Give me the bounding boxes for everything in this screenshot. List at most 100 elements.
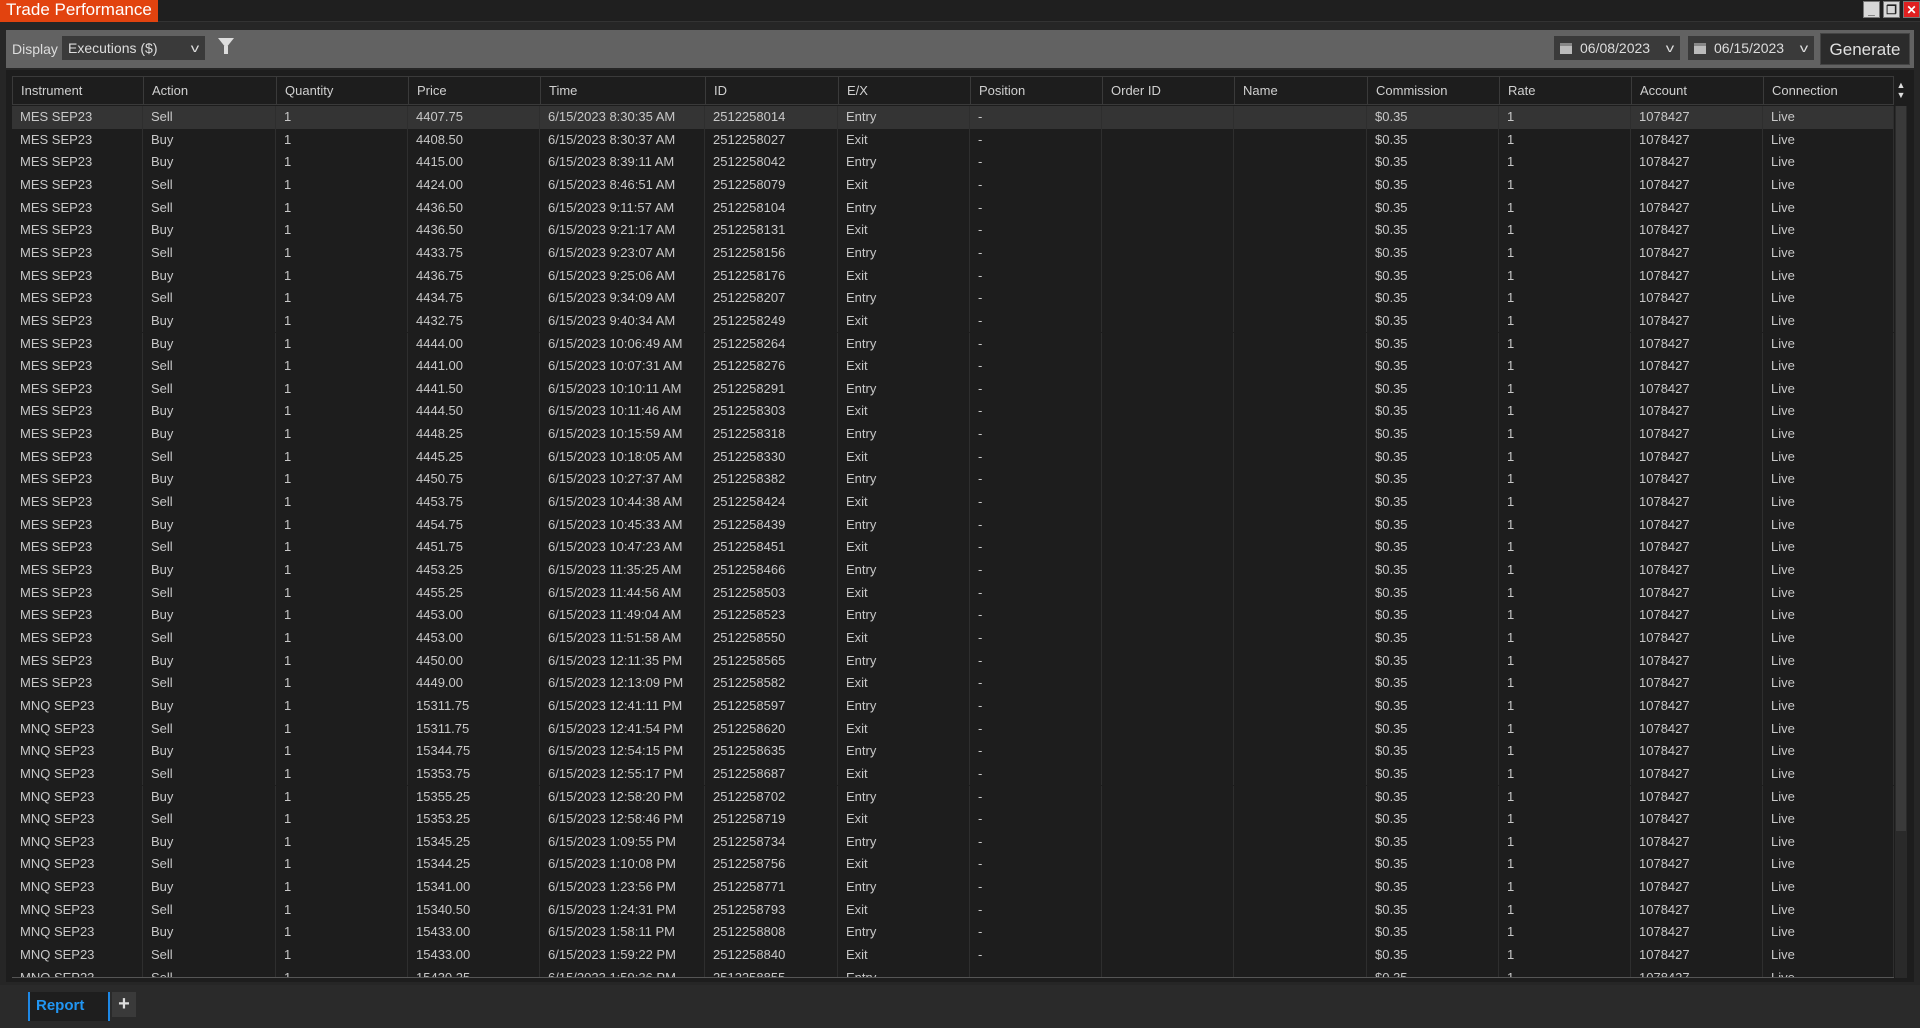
cell-name xyxy=(1234,672,1367,695)
cell-position: - xyxy=(970,649,1102,673)
cell-time: 6/15/2023 10:27:37 AM xyxy=(540,468,705,492)
cell-action: Buy xyxy=(143,151,276,174)
add-tab-button[interactable]: + xyxy=(112,992,136,1017)
table-row[interactable]: MES SEP23 Buy 1 4415.00 6/15/2023 8:39:11 AM… xyxy=(12,151,1894,174)
cell-connection: Live xyxy=(1763,241,1894,265)
table-row[interactable]: MNQ SEP23 Buy 1 15311.75 6/15/2023 12:41:11 … xyxy=(12,694,1894,718)
table-row[interactable]: MES SEP23 Buy 1 4453.25 6/15/2023 11:35:25 A… xyxy=(12,559,1894,582)
cell-order-id xyxy=(1102,672,1234,695)
cell-time: 6/15/2023 9:11:57 AM xyxy=(540,196,705,220)
cell-name xyxy=(1234,740,1367,763)
column-header-time[interactable]: Time xyxy=(541,77,706,104)
minimize-icon[interactable]: _ xyxy=(1863,1,1880,18)
table-row[interactable]: MES SEP23 Sell 1 4449.00 6/15/2023 12:13:09 … xyxy=(12,672,1894,695)
column-header-rate[interactable]: Rate xyxy=(1500,77,1632,104)
table-row[interactable]: MES SEP23 Sell 1 4455.25 6/15/2023 11:44:56 … xyxy=(12,581,1894,605)
table-row[interactable]: MES SEP23 Sell 1 4436.50 6/15/2023 9:11:57 A… xyxy=(12,196,1894,220)
table-row[interactable]: MNQ SEP23 Sell 1 15311.75 6/15/2023 12:41:54… xyxy=(12,717,1894,741)
table-row[interactable]: MNQ SEP23 Buy 1 15345.25 6/15/2023 1:09:55 P… xyxy=(12,830,1894,854)
table-row[interactable]: MES SEP23 Sell 1 4407.75 6/15/2023 8:30:35 A… xyxy=(12,106,1894,129)
cell-order-id xyxy=(1102,106,1234,129)
cell-price: 4415.00 xyxy=(408,151,540,174)
table-row[interactable]: MES SEP23 Buy 1 4444.00 6/15/2023 10:06:49 A… xyxy=(12,332,1894,356)
column-header-price[interactable]: Price xyxy=(409,77,541,104)
table-row[interactable]: MES SEP23 Buy 1 4436.50 6/15/2023 9:21:17 AM… xyxy=(12,219,1894,242)
column-header-name[interactable]: Name xyxy=(1235,77,1368,104)
cell-position: - xyxy=(970,173,1102,197)
table-row[interactable]: MES SEP23 Buy 1 4450.00 6/15/2023 12:11:35 P… xyxy=(12,649,1894,673)
table-row[interactable]: MNQ SEP23 Sell 1 15430.25 6/15/2023 1:59:36 … xyxy=(12,966,1894,977)
column-header-ex[interactable]: E/X xyxy=(839,77,971,104)
column-header-account[interactable]: Account xyxy=(1632,77,1764,104)
column-header-commission[interactable]: Commission xyxy=(1368,77,1500,104)
table-row[interactable]: MES SEP23 Sell 1 4434.75 6/15/2023 9:34:09 A… xyxy=(12,287,1894,310)
table-row[interactable]: MNQ SEP23 Buy 1 15355.25 6/15/2023 12:58:20 … xyxy=(12,785,1894,809)
cell-quantity: 1 xyxy=(276,559,408,582)
table-row[interactable]: MNQ SEP23 Buy 1 15344.75 6/15/2023 12:54:15 … xyxy=(12,740,1894,763)
cell-rate: 1 xyxy=(1499,944,1631,967)
cell-position: - xyxy=(970,717,1102,741)
cell-action: Buy xyxy=(143,830,276,854)
from-date-picker[interactable]: 06/08/2023 v xyxy=(1554,36,1680,60)
cell-name xyxy=(1234,332,1367,356)
table-row[interactable]: MNQ SEP23 Buy 1 15341.00 6/15/2023 1:23:56 P… xyxy=(12,876,1894,899)
cell-time: 6/15/2023 1:23:56 PM xyxy=(540,876,705,899)
table-row[interactable]: MES SEP23 Sell 1 4451.75 6/15/2023 10:47:23 … xyxy=(12,536,1894,559)
table-row[interactable]: MES SEP23 Buy 1 4432.75 6/15/2023 9:40:34 AM… xyxy=(12,309,1894,333)
cell-price: 15340.50 xyxy=(408,898,540,922)
scroll-arrows-icon[interactable]: ▲ ▼ xyxy=(1895,80,1907,100)
column-header-quantity[interactable]: Quantity xyxy=(277,77,409,104)
cell-name xyxy=(1234,536,1367,559)
table-row[interactable]: MES SEP23 Sell 1 4445.25 6/15/2023 10:18:05 … xyxy=(12,445,1894,469)
table-row[interactable]: MES SEP23 Buy 1 4453.00 6/15/2023 11:49:04 A… xyxy=(12,604,1894,627)
vertical-scrollbar[interactable] xyxy=(1895,106,1907,978)
table-row[interactable]: MES SEP23 Buy 1 4450.75 6/15/2023 10:27:37 A… xyxy=(12,468,1894,492)
cell-order-id xyxy=(1102,536,1234,559)
cell-position: - xyxy=(970,808,1102,831)
restore-icon[interactable]: ❐ xyxy=(1883,1,1900,18)
table-row[interactable]: MES SEP23 Buy 1 4436.75 6/15/2023 9:25:06 AM… xyxy=(12,264,1894,288)
scrollbar-thumb[interactable] xyxy=(1896,106,1906,831)
table-row[interactable]: MES SEP23 Sell 1 4424.00 6/15/2023 8:46:51 A… xyxy=(12,173,1894,197)
table-row[interactable]: MES SEP23 Sell 1 4433.75 6/15/2023 9:23:07 A… xyxy=(12,241,1894,265)
table-row[interactable]: MNQ SEP23 Sell 1 15353.75 6/15/2023 12:55:17… xyxy=(12,762,1894,786)
table-row[interactable]: MES SEP23 Buy 1 4444.50 6/15/2023 10:11:46 A… xyxy=(12,400,1894,424)
cell-time: 6/15/2023 8:46:51 AM xyxy=(540,173,705,197)
cell-order-id xyxy=(1102,400,1234,424)
cell-commission: $0.35 xyxy=(1367,559,1499,582)
table-row[interactable]: MNQ SEP23 Buy 1 15433.00 6/15/2023 1:58:11 P… xyxy=(12,921,1894,945)
cell-ex: Entry xyxy=(838,513,970,537)
table-row[interactable]: MES SEP23 Buy 1 4448.25 6/15/2023 10:15:59 A… xyxy=(12,423,1894,446)
cell-time: 6/15/2023 11:35:25 AM xyxy=(540,559,705,582)
cell-connection: Live xyxy=(1763,581,1894,605)
table-row[interactable]: MNQ SEP23 Sell 1 15344.25 6/15/2023 1:10:08 … xyxy=(12,853,1894,877)
executions-grid: Instrument Action Quantity Price Time ID E/X Po… xyxy=(6,70,1914,982)
filter-icon[interactable] xyxy=(218,38,234,54)
column-header-connection[interactable]: Connection xyxy=(1764,77,1895,104)
column-header-id[interactable]: ID xyxy=(706,77,839,104)
table-row[interactable]: MES SEP23 Sell 1 4441.00 6/15/2023 10:07:31 … xyxy=(12,355,1894,378)
table-row[interactable]: MES SEP23 Sell 1 4453.00 6/15/2023 11:51:58 … xyxy=(12,626,1894,650)
display-select[interactable]: Executions ($) v xyxy=(62,36,205,60)
generate-button[interactable]: Generate xyxy=(1820,33,1910,65)
cell-account: 1078427 xyxy=(1631,694,1763,718)
column-header-instrument[interactable]: Instrument xyxy=(13,77,144,104)
cell-account: 1078427 xyxy=(1631,536,1763,559)
table-row[interactable]: MES SEP23 Sell 1 4453.75 6/15/2023 10:44:38 … xyxy=(12,491,1894,514)
cell-price: 4436.50 xyxy=(408,219,540,242)
table-row[interactable]: MES SEP23 Buy 1 4408.50 6/15/2023 8:30:37 AM… xyxy=(12,128,1894,152)
table-row[interactable]: MNQ SEP23 Sell 1 15433.00 6/15/2023 1:59:22 … xyxy=(12,944,1894,967)
column-header-position[interactable]: Position xyxy=(971,77,1103,104)
table-row[interactable]: MNQ SEP23 Sell 1 15353.25 6/15/2023 12:58:46… xyxy=(12,808,1894,831)
cell-instrument: MES SEP23 xyxy=(12,649,143,673)
table-row[interactable]: MES SEP23 Sell 1 4441.50 6/15/2023 10:10:11 … xyxy=(12,377,1894,401)
tab-report[interactable]: Report xyxy=(28,992,110,1021)
table-row[interactable]: MNQ SEP23 Sell 1 15340.50 6/15/2023 1:24:31 … xyxy=(12,898,1894,922)
table-row[interactable]: MES SEP23 Buy 1 4454.75 6/15/2023 10:45:33 A… xyxy=(12,513,1894,537)
to-date-picker[interactable]: 06/15/2023 v xyxy=(1688,36,1814,60)
column-header-action[interactable]: Action xyxy=(144,77,277,104)
column-header-order-id[interactable]: Order ID xyxy=(1103,77,1235,104)
cell-account: 1078427 xyxy=(1631,717,1763,741)
close-icon[interactable]: ✕ xyxy=(1903,1,1920,18)
cell-connection: Live xyxy=(1763,377,1894,401)
